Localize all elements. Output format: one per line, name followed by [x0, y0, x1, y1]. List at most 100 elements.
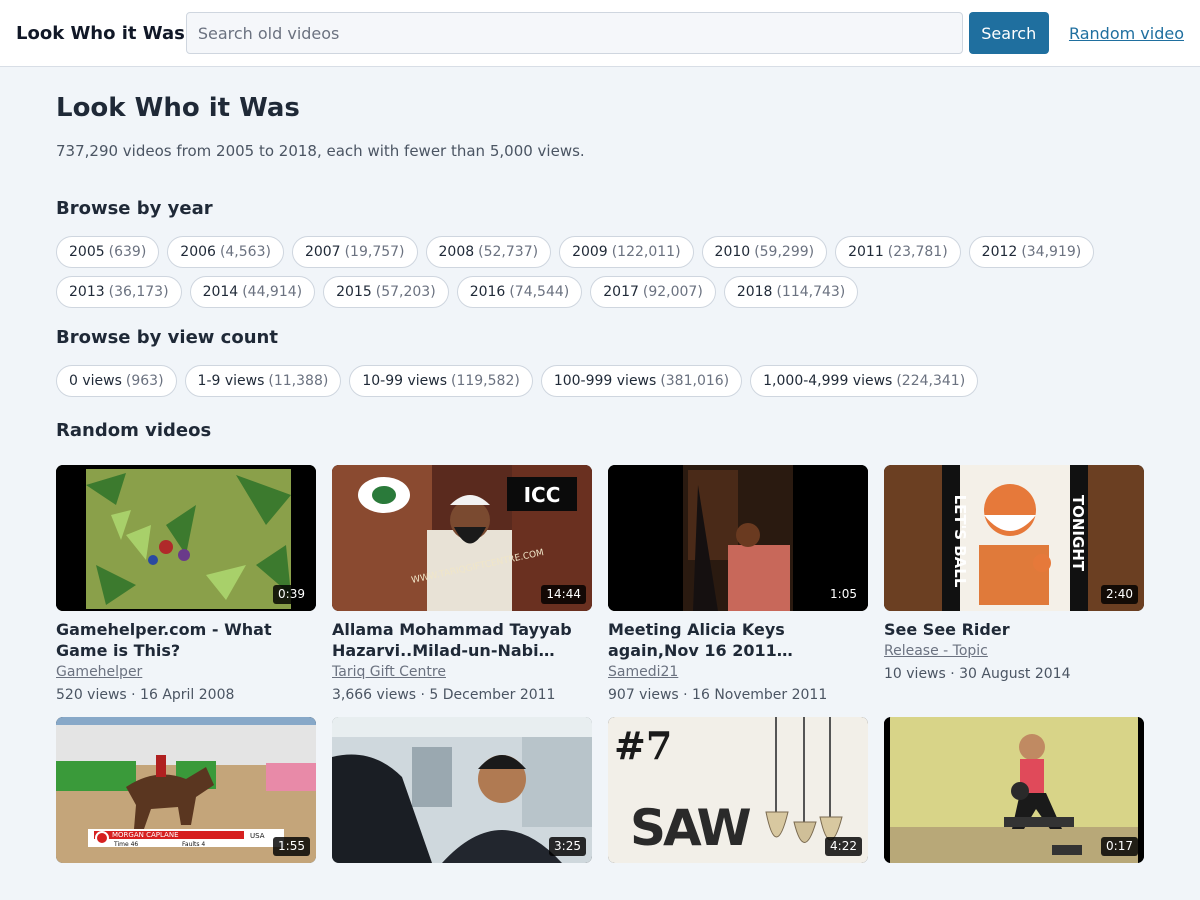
- video-title[interactable]: Gamehelper.com - What Game is This?: [56, 619, 316, 661]
- video-duration: 0:17: [1101, 837, 1138, 856]
- video-duration: 4:22: [825, 837, 862, 856]
- year-pill[interactable]: 2014 (44,914): [189, 276, 316, 308]
- year-pill[interactable]: 2005 (639): [56, 236, 160, 268]
- pill-count: (36,173): [108, 284, 169, 300]
- view-count-pill[interactable]: 1,000-4,999 views (224,341): [750, 365, 979, 397]
- pill-label: 1-9 views: [197, 373, 265, 389]
- year-pill[interactable]: 2013 (36,173): [56, 276, 182, 308]
- pill-label: 2008: [438, 244, 475, 260]
- video-title[interactable]: Allama Mohammad Tayyab Hazarvi..Milad-un…: [332, 619, 592, 661]
- video-thumbnail[interactable]: 1:05: [608, 465, 868, 611]
- pill-label: 2016: [469, 284, 506, 300]
- site-logo[interactable]: Look Who it Was: [16, 23, 186, 44]
- browse-by-year-heading: Browse by year: [56, 198, 213, 219]
- year-pill[interactable]: 2006 (4,563): [167, 236, 284, 268]
- pill-count: (34,919): [1021, 244, 1082, 260]
- search-button[interactable]: Search: [968, 12, 1049, 54]
- pill-count: (639): [108, 244, 147, 260]
- pill-count: (59,299): [754, 244, 815, 260]
- video-card[interactable]: #7 SAW 4:22: [608, 717, 868, 863]
- pill-count: (23,781): [887, 244, 948, 260]
- year-pill[interactable]: 2008 (52,737): [425, 236, 552, 268]
- video-duration: 0:39: [273, 585, 310, 604]
- main-content: Look Who it Was 737,290 videos from 2005…: [0, 91, 1200, 863]
- year-pill[interactable]: 2018 (114,743): [723, 276, 859, 308]
- year-pill[interactable]: 2012 (34,919): [968, 236, 1095, 268]
- view-count-pill[interactable]: 10-99 views (119,582): [349, 365, 533, 397]
- pill-count: (4,563): [219, 244, 271, 260]
- view-count-pill[interactable]: 100-999 views (381,016): [540, 365, 743, 397]
- pill-label: 2014: [202, 284, 239, 300]
- video-channel-link[interactable]: Tariq Gift Centre: [332, 663, 592, 682]
- year-pill[interactable]: 2010 (59,299): [701, 236, 828, 268]
- video-card[interactable]: MORGAN CAPLANE USA Time 46 Faults 4 1:55: [56, 717, 316, 863]
- pill-label: 2013: [69, 284, 105, 300]
- video-thumbnail[interactable]: 3:25: [332, 717, 592, 863]
- video-title[interactable]: See See Rider: [884, 619, 1144, 640]
- video-card[interactable]: 0:17: [884, 717, 1144, 863]
- video-channel-link[interactable]: Release - Topic: [884, 642, 1144, 661]
- pill-count: (44,914): [242, 284, 303, 300]
- video-title[interactable]: Meeting Alicia Keys again,Nov 16 2011 Br…: [608, 619, 868, 661]
- pill-label: 2006: [180, 244, 216, 260]
- svg-text:Time 46: Time 46: [113, 841, 138, 848]
- video-thumbnail[interactable]: MORGAN CAPLANE USA Time 46 Faults 4 1:55: [56, 717, 316, 863]
- pill-label: 2009: [572, 244, 608, 260]
- pill-label: 2011: [848, 244, 884, 260]
- page-subtitle: 737,290 videos from 2005 to 2018, each w…: [56, 142, 585, 160]
- year-pill[interactable]: 2011 (23,781): [835, 236, 961, 268]
- pill-label: 2017: [603, 284, 639, 300]
- top-bar: Look Who it Was Search Random video: [0, 0, 1200, 67]
- pill-count: (19,757): [344, 244, 405, 260]
- search-input[interactable]: [185, 12, 963, 54]
- pill-count: (224,341): [896, 373, 966, 389]
- video-thumbnail[interactable]: ICC WWW.TARIQGIFTCENTRE.COM 14:44: [332, 465, 592, 611]
- pill-label: 0 views: [69, 373, 122, 389]
- view-count-pill[interactable]: 1-9 views (11,388): [184, 365, 342, 397]
- video-thumbnail[interactable]: LET'S BALL TONIGHT 2:40: [884, 465, 1144, 611]
- pill-label: 2018: [736, 284, 773, 300]
- video-thumbnail[interactable]: 0:39: [56, 465, 316, 611]
- random-videos-heading: Random videos: [56, 420, 212, 441]
- video-meta: 907 views · 16 November 2011: [608, 687, 828, 703]
- video-grid: 0:39 Gamehelper.com - What Game is This? G…: [56, 465, 1144, 863]
- pill-label: 2010: [714, 244, 751, 260]
- pill-label: 1,000-4,999 views: [763, 373, 893, 389]
- video-card[interactable]: LET'S BALL TONIGHT 2:40 See See Rider Rele…: [884, 465, 1144, 705]
- pill-count: (381,016): [660, 373, 730, 389]
- random-video-link[interactable]: Random video: [1069, 24, 1184, 43]
- year-pill[interactable]: 2016 (74,544): [456, 276, 583, 308]
- svg-text:Faults 4: Faults 4: [182, 841, 205, 848]
- video-channel-link[interactable]: Samedi21: [608, 663, 868, 682]
- video-channel-link[interactable]: Gamehelper: [56, 663, 316, 682]
- pill-count: (92,007): [642, 284, 703, 300]
- pill-label: 2015: [336, 284, 372, 300]
- pill-count: (122,011): [611, 244, 681, 260]
- year-pill-list: 2005 (639) 2006 (4,563) 2007 (19,757) 2008 (52,…: [56, 236, 1146, 308]
- pill-label: 10-99 views: [362, 373, 447, 389]
- year-pill[interactable]: 2007 (19,757): [291, 236, 418, 268]
- pill-label: 2007: [304, 244, 341, 260]
- video-card[interactable]: 0:39 Gamehelper.com - What Game is This? G…: [56, 465, 316, 705]
- video-thumbnail[interactable]: 0:17: [884, 717, 1144, 863]
- svg-text:USA: USA: [250, 832, 265, 840]
- pill-count: (52,737): [478, 244, 539, 260]
- svg-text:MORGAN CAPLANE: MORGAN CAPLANE: [112, 831, 179, 839]
- svg-text:ICC: ICC: [524, 483, 561, 507]
- pill-label: 2005: [69, 244, 105, 260]
- view-count-pill-list: 0 views (963) 1-9 views (11,388) 10-99 views…: [56, 365, 1146, 397]
- pill-label: 2012: [981, 244, 1018, 260]
- video-duration: 1:05: [825, 585, 862, 604]
- year-pill[interactable]: 2009 (122,011): [559, 236, 694, 268]
- video-thumbnail[interactable]: #7 SAW 4:22: [608, 717, 868, 863]
- video-card[interactable]: 1:05 Meeting Alicia Keys again,Nov 16 201…: [608, 465, 868, 705]
- view-count-pill[interactable]: 0 views (963): [56, 365, 177, 397]
- video-meta: 10 views · 30 August 2014: [884, 666, 1071, 682]
- year-pill[interactable]: 2015 (57,203): [323, 276, 449, 308]
- video-card[interactable]: ICC WWW.TARIQGIFTCENTRE.COM 14:44 Allama …: [332, 465, 592, 705]
- video-card[interactable]: 3:25: [332, 717, 592, 863]
- pill-count: (57,203): [375, 284, 436, 300]
- year-pill[interactable]: 2017 (92,007): [590, 276, 716, 308]
- svg-text:LET'S BALL: LET'S BALL: [951, 495, 969, 588]
- pill-label: 100-999 views: [553, 373, 657, 389]
